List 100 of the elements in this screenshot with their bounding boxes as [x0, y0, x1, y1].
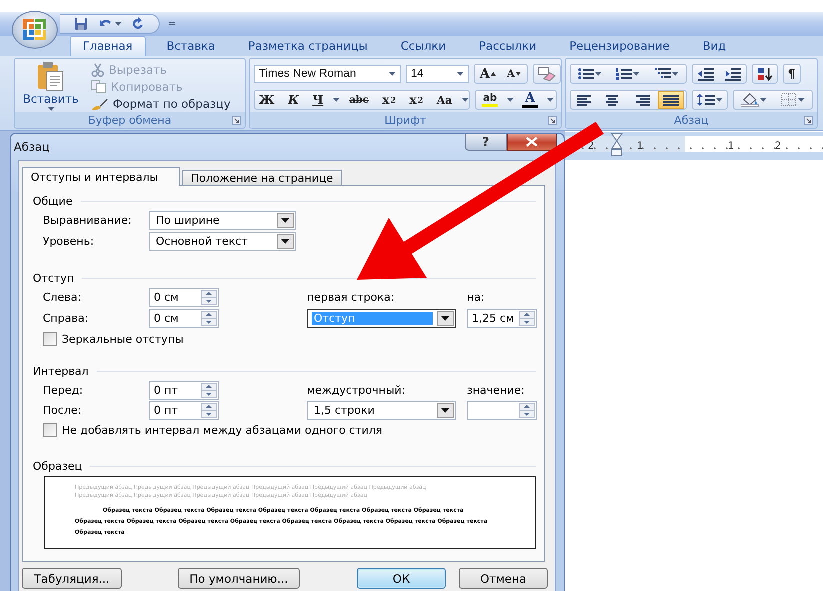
field-label: Уровень: — [43, 235, 94, 248]
left-indent-field[interactable]: 0 см — [149, 288, 219, 307]
caret-icon — [760, 98, 767, 102]
spin-button[interactable] — [201, 311, 217, 326]
caret-icon — [115, 22, 122, 26]
section-title: Интервал — [33, 364, 89, 378]
dialog-button[interactable]: Отмена — [459, 568, 548, 589]
highlight-button[interactable]: ab — [478, 91, 502, 109]
caret-icon — [546, 98, 554, 102]
office-logo-icon — [21, 17, 49, 43]
caret-icon — [716, 98, 723, 102]
format-button[interactable]: Ч — [308, 91, 328, 109]
field-label: После: — [43, 404, 82, 417]
save-icon — [74, 17, 88, 31]
right-indent-field[interactable]: 0 см — [149, 309, 219, 328]
align-justify-button[interactable] — [658, 91, 684, 109]
dialog-launcher-icon[interactable] — [804, 116, 813, 124]
indent-marker-icon[interactable] — [611, 133, 623, 159]
dialog-title: Абзац — [14, 140, 50, 154]
caret-icon — [672, 72, 679, 76]
customize-toolbar-button[interactable]: = — [168, 18, 176, 30]
dialog-button[interactable]: Табуляция... — [22, 568, 122, 589]
dialog-launcher-icon[interactable] — [232, 116, 241, 124]
spin-button[interactable] — [519, 403, 535, 418]
multilevel-list-icon — [654, 67, 671, 81]
font-name-field[interactable]: Times New Roman — [254, 65, 401, 83]
format-button[interactable]: Ж — [255, 91, 279, 109]
redo-button[interactable] — [131, 17, 145, 31]
show-marks-button[interactable]: ¶ — [783, 64, 801, 84]
caret-icon — [333, 98, 340, 102]
spin-button[interactable] — [519, 311, 535, 326]
ribbon-tab[interactable]: Вставка — [154, 36, 228, 56]
caret-icon — [595, 72, 602, 76]
shrink-font-button[interactable]: A — [501, 65, 527, 83]
field-label: значение: — [467, 384, 525, 396]
paste-button[interactable]: Вставить — [19, 61, 83, 112]
clear-formatting-button[interactable] — [533, 64, 561, 84]
ribbon-tab[interactable]: Вид — [690, 36, 738, 56]
dropdown-button[interactable] — [437, 403, 454, 418]
indent-by-field[interactable]: 1,25 см — [467, 309, 537, 328]
spin-button[interactable] — [201, 403, 217, 418]
close-button[interactable] — [507, 134, 557, 151]
dialog-tab[interactable]: Положение на странице — [182, 170, 342, 185]
dialog-tab[interactable]: Отступы и интервалы — [22, 167, 180, 186]
dropdown-button[interactable] — [277, 213, 294, 228]
group-title: Абзац — [674, 114, 709, 126]
paint-bucket-icon — [741, 93, 759, 107]
format-button[interactable]: Aa — [432, 91, 457, 109]
ribbon-tab[interactable]: Рецензирование — [558, 36, 682, 56]
paste-icon — [36, 61, 66, 91]
decrease-indent-icon — [698, 67, 714, 81]
grow-font-button[interactable]: A — [475, 65, 501, 83]
caret-icon — [798, 98, 805, 102]
level-dropdown[interactable]: Основной текст — [149, 232, 296, 251]
copy-icon — [91, 80, 107, 94]
format-button[interactable]: К — [284, 91, 304, 109]
ribbon-tab[interactable]: Разметка страницы — [236, 36, 380, 56]
dialog-button[interactable]: ОК — [357, 568, 446, 589]
help-button[interactable]: ? — [465, 134, 507, 151]
space-before-field[interactable]: 0 пт — [149, 380, 219, 400]
increase-indent-icon — [724, 67, 741, 81]
ribbon-tab[interactable]: Ссылки — [388, 36, 458, 56]
alignment-dropdown[interactable]: По ширине — [149, 211, 296, 230]
ruler-number: 1 — [637, 141, 644, 152]
checkbox[interactable] — [43, 423, 57, 437]
clipboard-button[interactable]: Формат по образцу — [89, 95, 233, 112]
font-color-button[interactable]: A — [518, 91, 542, 109]
font-size-field[interactable]: 14 — [406, 65, 469, 83]
field-label: междустрочный: — [307, 384, 406, 396]
down-caret-icon — [516, 72, 521, 76]
sort-icon — [757, 67, 773, 81]
format-button[interactable]: abc — [345, 91, 374, 109]
dialog-button[interactable]: По умолчанию... — [178, 568, 300, 589]
up-caret-icon — [491, 72, 496, 76]
dropdown-button[interactable] — [437, 311, 454, 326]
sort-button[interactable] — [752, 64, 778, 84]
section-title: Общие — [33, 194, 73, 208]
field-label: Выравнивание: — [43, 214, 132, 227]
redo-icon — [131, 17, 145, 31]
checkbox[interactable] — [43, 332, 57, 346]
save-button[interactable] — [74, 17, 88, 31]
paintbrush-icon — [91, 96, 109, 110]
field-label: Справа: — [43, 312, 89, 325]
close-icon — [526, 137, 538, 147]
spin-button[interactable] — [201, 290, 217, 305]
align-justify-icon — [662, 94, 679, 106]
group-title: Шрифт — [384, 114, 426, 126]
space-after-field[interactable]: 0 пт — [149, 401, 219, 420]
section-title: Отступ — [33, 272, 74, 284]
dropdown-button[interactable] — [277, 234, 294, 249]
spin-button[interactable] — [201, 382, 217, 398]
field-label: первая строка: — [307, 291, 395, 304]
ribbon-tab[interactable]: Рассылки — [467, 36, 549, 56]
line-spacing-value-field[interactable] — [467, 401, 537, 420]
ruler-number: 2 — [775, 141, 782, 152]
line-spacing-dropdown[interactable]: 1,5 строки — [307, 401, 456, 420]
dialog-launcher-icon[interactable] — [548, 116, 557, 124]
align-right-icon — [634, 94, 650, 106]
ribbon-tab[interactable]: Главная — [70, 36, 146, 56]
caret-icon — [506, 98, 514, 102]
